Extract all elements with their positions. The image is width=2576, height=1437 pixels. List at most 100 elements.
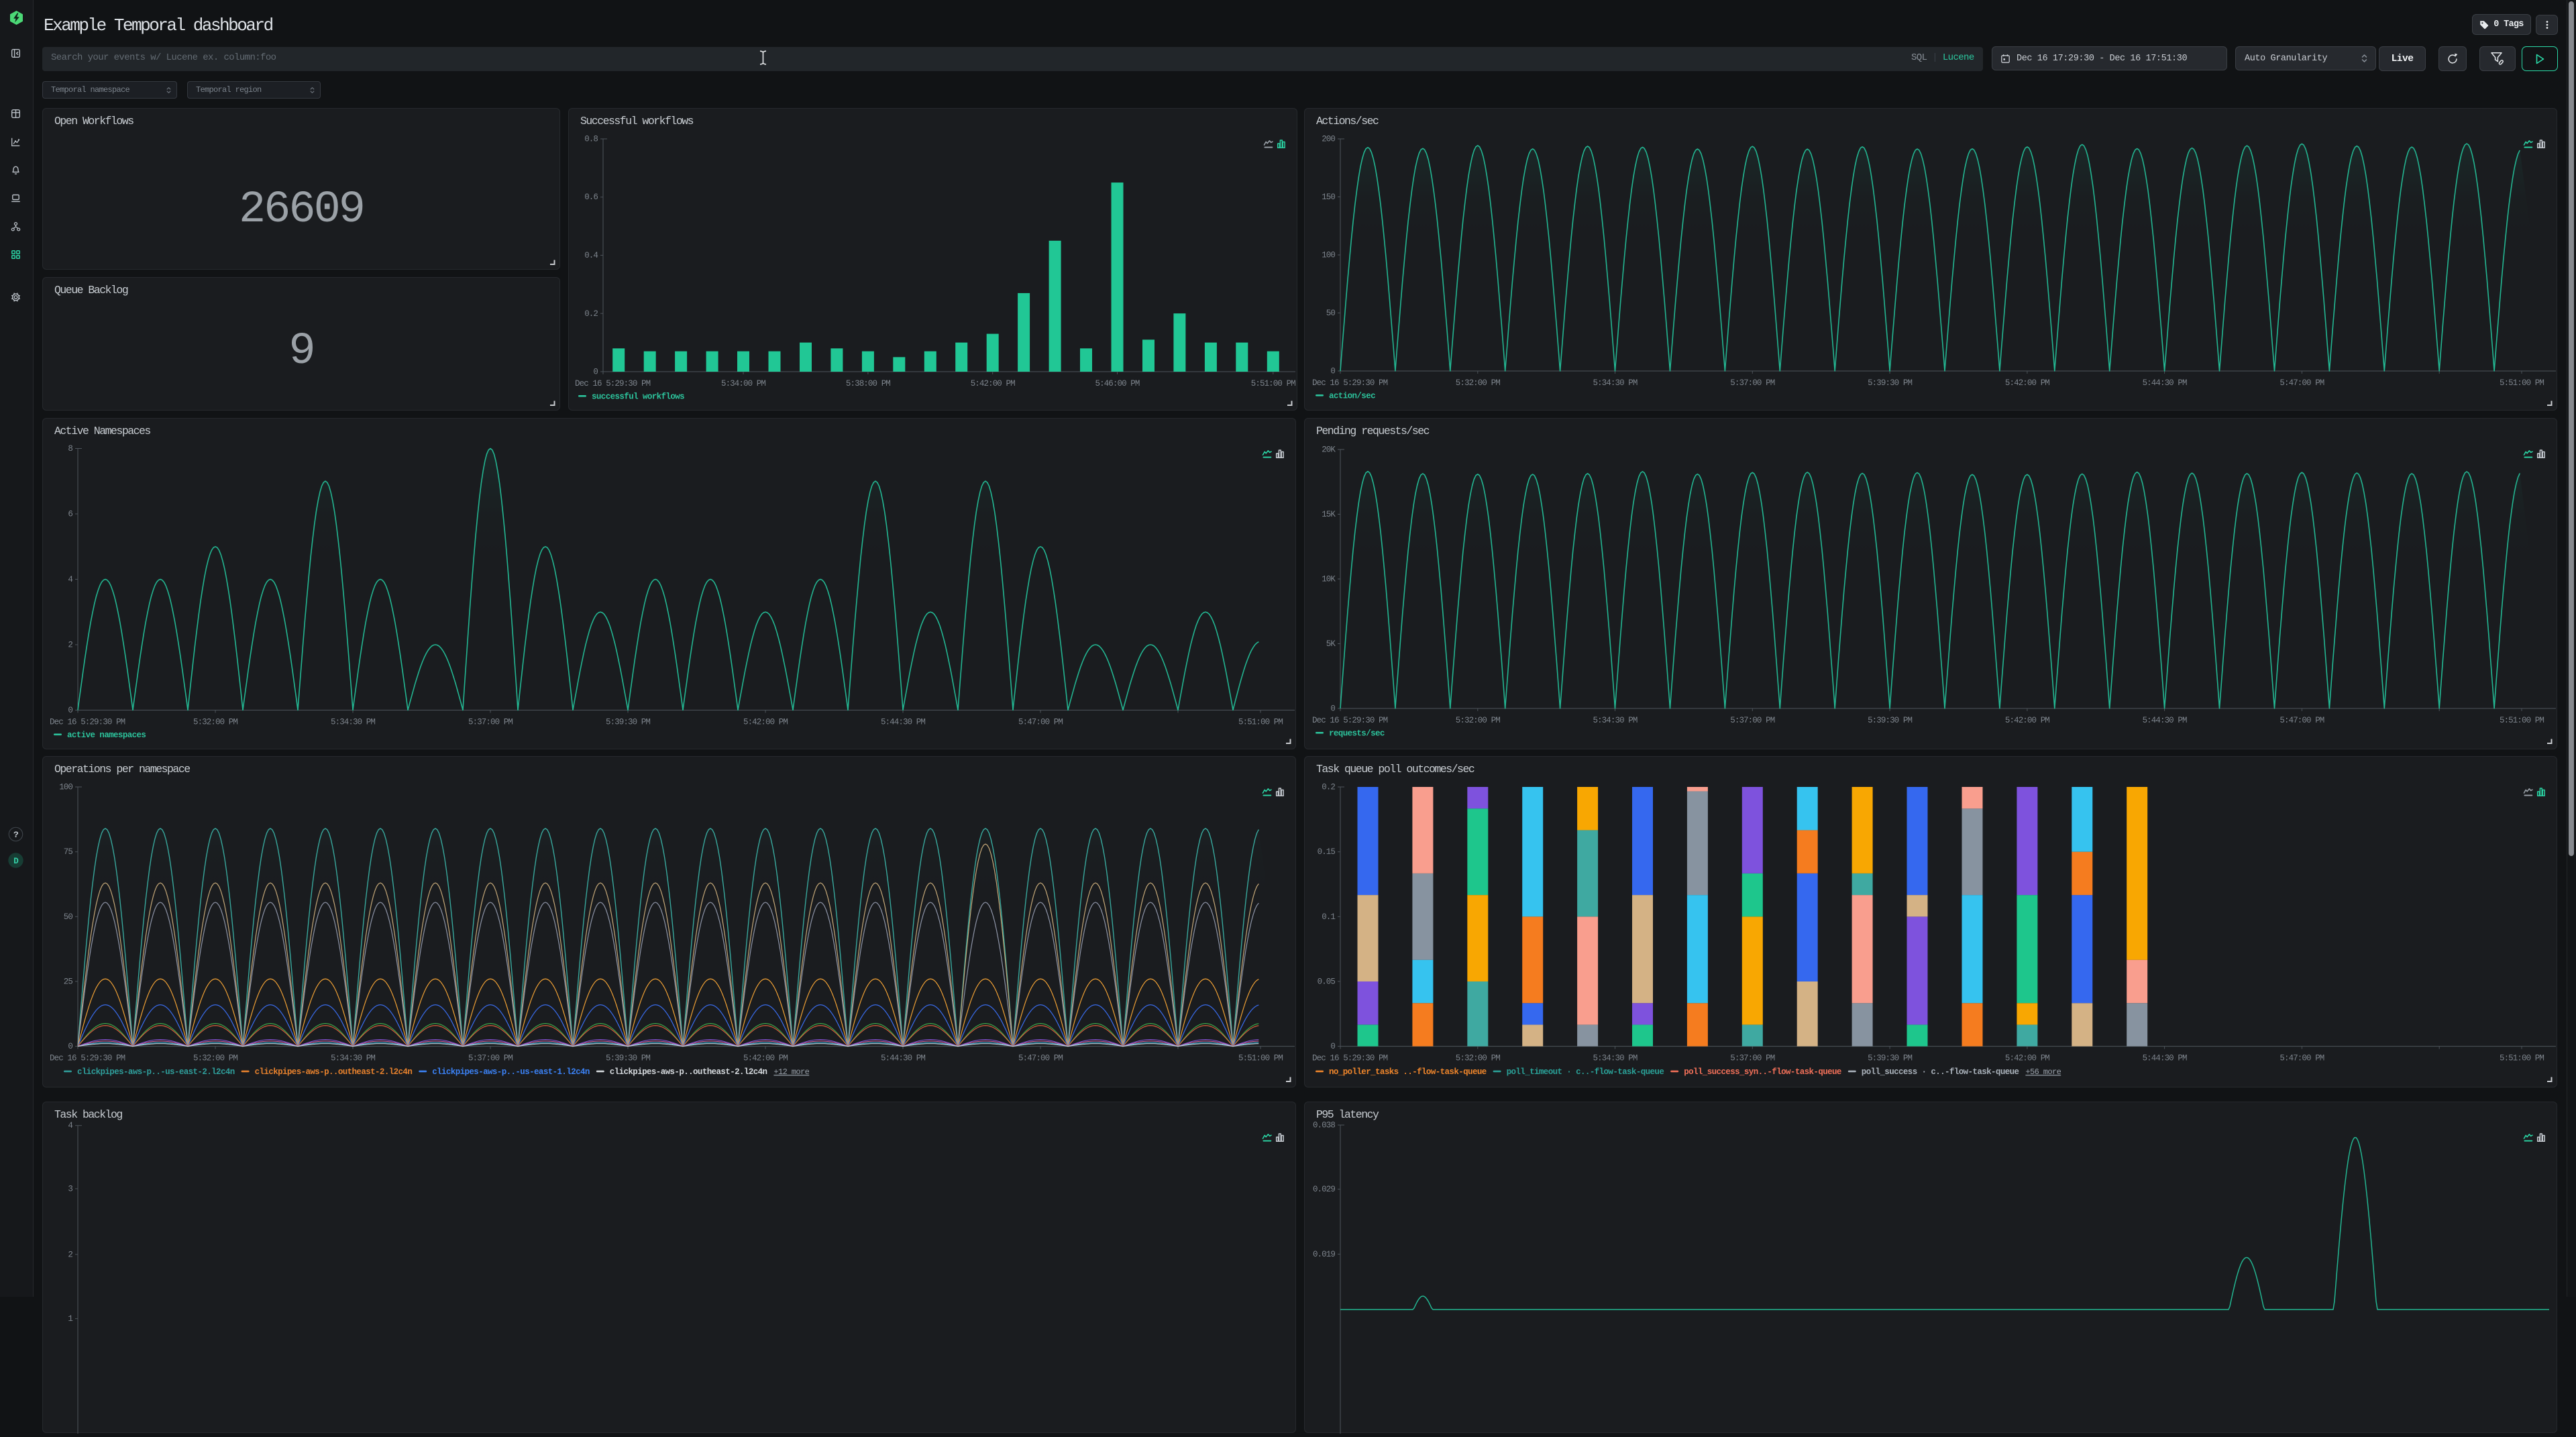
- svg-text:Dec 16 5:29:30 PM: Dec 16 5:29:30 PM: [50, 718, 125, 727]
- svg-text:5:42:00 PM: 5:42:00 PM: [971, 379, 1015, 388]
- svg-text:0.019: 0.019: [1313, 1250, 1335, 1259]
- svg-text:0: 0: [68, 706, 72, 715]
- svg-text:clickpipes-aws-p..-us-east-2.l: clickpipes-aws-p..-us-east-2.l2c4n: [77, 1067, 235, 1077]
- svg-text:5:38:00 PM: 5:38:00 PM: [846, 379, 890, 388]
- svg-text:5:47:00 PM: 5:47:00 PM: [2279, 1054, 2324, 1063]
- svg-text:0: 0: [1330, 1042, 1335, 1051]
- svg-text:poll_success_syn..-flow-task-q: poll_success_syn..-flow-task-queue: [1684, 1067, 1841, 1077]
- svg-text:10K: 10K: [1322, 575, 1336, 584]
- svg-text:active namespaces: active namespaces: [67, 731, 146, 740]
- svg-text:5:34:30 PM: 5:34:30 PM: [331, 1054, 375, 1063]
- svg-text:0: 0: [1330, 367, 1335, 376]
- svg-text:5:51:00 PM: 5:51:00 PM: [2500, 1054, 2544, 1063]
- svg-text:clickpipes-aws-p..outheast-2.l: clickpipes-aws-p..outheast-2.l2c4n: [255, 1067, 413, 1077]
- svg-text:clickpipes-aws-p..-us-east-1.l: clickpipes-aws-p..-us-east-1.l2c4n: [432, 1067, 590, 1077]
- svg-text:0.05: 0.05: [1318, 977, 1336, 986]
- svg-text:5:42:00 PM: 5:42:00 PM: [743, 718, 788, 727]
- svg-text:Dec 16 5:29:30 PM: Dec 16 5:29:30 PM: [1312, 1054, 1388, 1063]
- svg-text:5:39:30 PM: 5:39:30 PM: [606, 718, 650, 727]
- svg-text:5:37:00 PM: 5:37:00 PM: [468, 718, 513, 727]
- svg-text:3: 3: [68, 1184, 72, 1193]
- svg-text:5:32:00 PM: 5:32:00 PM: [1456, 716, 1500, 725]
- svg-text:5:37:00 PM: 5:37:00 PM: [1730, 716, 1774, 725]
- svg-text:+12 more: +12 more: [773, 1067, 809, 1077]
- svg-text:5:32:00 PM: 5:32:00 PM: [193, 1054, 237, 1063]
- svg-text:100: 100: [59, 783, 72, 792]
- svg-text:5:39:30 PM: 5:39:30 PM: [606, 1054, 650, 1063]
- svg-text:150: 150: [1322, 193, 1335, 202]
- svg-text:5:42:00 PM: 5:42:00 PM: [2005, 378, 2049, 388]
- svg-text:5:34:30 PM: 5:34:30 PM: [1593, 1054, 1637, 1063]
- svg-text:50: 50: [64, 912, 73, 922]
- svg-text:5:47:00 PM: 5:47:00 PM: [1018, 718, 1063, 727]
- svg-text:Dec 16 5:29:30 PM: Dec 16 5:29:30 PM: [1312, 378, 1388, 388]
- svg-text:?: ?: [13, 830, 19, 840]
- svg-text:100: 100: [1322, 251, 1335, 260]
- svg-text:200: 200: [1322, 135, 1335, 144]
- svg-text:5:47:00 PM: 5:47:00 PM: [2279, 378, 2324, 388]
- svg-text:0.2: 0.2: [1322, 783, 1335, 792]
- svg-text:5:51:00 PM: 5:51:00 PM: [1238, 1054, 1283, 1063]
- svg-text:+56 more: +56 more: [2025, 1067, 2061, 1077]
- svg-text:5:34:00 PM: 5:34:00 PM: [721, 379, 765, 388]
- svg-text:2: 2: [68, 641, 72, 650]
- svg-text:5:32:00 PM: 5:32:00 PM: [1456, 378, 1500, 388]
- svg-text:50: 50: [1326, 309, 1336, 318]
- svg-text:0: 0: [1330, 704, 1335, 714]
- svg-text:0.6: 0.6: [584, 193, 598, 202]
- svg-text:5:44:30 PM: 5:44:30 PM: [881, 1054, 925, 1063]
- svg-text:5:44:30 PM: 5:44:30 PM: [881, 718, 925, 727]
- svg-text:15K: 15K: [1322, 510, 1336, 519]
- svg-text:5:32:00 PM: 5:32:00 PM: [193, 718, 237, 727]
- svg-text:8: 8: [68, 444, 72, 454]
- svg-text:1: 1: [68, 1314, 72, 1324]
- svg-text:5:34:30 PM: 5:34:30 PM: [1593, 716, 1637, 725]
- svg-text:5:51:00 PM: 5:51:00 PM: [2500, 378, 2544, 388]
- svg-text:5:47:00 PM: 5:47:00 PM: [1018, 1054, 1063, 1063]
- svg-text:poll_timeout · c..-flow-task-q: poll_timeout · c..-flow-task-queue: [1507, 1067, 1664, 1077]
- svg-text:5:51:00 PM: 5:51:00 PM: [1238, 718, 1283, 727]
- svg-text:action/sec: action/sec: [1329, 392, 1375, 401]
- svg-text:75: 75: [64, 847, 73, 857]
- svg-text:0.15: 0.15: [1318, 847, 1336, 857]
- svg-text:poll_success · c..-flow-task-q: poll_success · c..-flow-task-queue: [1862, 1067, 2019, 1077]
- svg-text:6: 6: [68, 510, 72, 519]
- svg-text:requests/sec: requests/sec: [1329, 729, 1385, 739]
- svg-text:5:34:30 PM: 5:34:30 PM: [1593, 378, 1637, 388]
- svg-text:0: 0: [593, 368, 598, 377]
- svg-text:5:47:00 PM: 5:47:00 PM: [2279, 716, 2324, 725]
- svg-text:5:34:30 PM: 5:34:30 PM: [331, 718, 375, 727]
- svg-text:5:44:30 PM: 5:44:30 PM: [2143, 1054, 2187, 1063]
- svg-text:no_poller_tasks ..-flow-task-q: no_poller_tasks ..-flow-task-queue: [1329, 1067, 1487, 1077]
- svg-text:5:44:30 PM: 5:44:30 PM: [2143, 716, 2187, 725]
- svg-text:5:37:00 PM: 5:37:00 PM: [1730, 378, 1774, 388]
- svg-text:0.029: 0.029: [1313, 1185, 1335, 1194]
- svg-text:2: 2: [68, 1250, 72, 1259]
- svg-text:5:32:00 PM: 5:32:00 PM: [1456, 1054, 1500, 1063]
- svg-text:successful workflows: successful workflows: [592, 392, 684, 402]
- svg-text:5:44:30 PM: 5:44:30 PM: [2143, 378, 2187, 388]
- svg-text:clickpipes-aws-p..outheast-2.l: clickpipes-aws-p..outheast-2.l2c4n: [610, 1067, 767, 1077]
- svg-text:5:39:30 PM: 5:39:30 PM: [1868, 716, 1912, 725]
- svg-text:5:42:00 PM: 5:42:00 PM: [2005, 1054, 2049, 1063]
- svg-text:0.038: 0.038: [1313, 1121, 1335, 1130]
- svg-text:5:39:30 PM: 5:39:30 PM: [1868, 378, 1912, 388]
- svg-text:5:46:00 PM: 5:46:00 PM: [1095, 379, 1139, 388]
- svg-text:5:51:00 PM: 5:51:00 PM: [1251, 379, 1295, 388]
- svg-text:5:42:00 PM: 5:42:00 PM: [2005, 716, 2049, 725]
- svg-text:5:51:00 PM: 5:51:00 PM: [2500, 716, 2544, 725]
- svg-text:5:42:00 PM: 5:42:00 PM: [743, 1054, 788, 1063]
- svg-text:4: 4: [68, 1121, 72, 1130]
- svg-text:20K: 20K: [1322, 445, 1336, 455]
- svg-text:Dec 16 5:29:30 PM: Dec 16 5:29:30 PM: [575, 379, 651, 388]
- svg-text:5:37:00 PM: 5:37:00 PM: [1730, 1054, 1774, 1063]
- svg-text:4: 4: [68, 575, 72, 584]
- svg-text:5:39:30 PM: 5:39:30 PM: [1868, 1054, 1912, 1063]
- svg-text:0.8: 0.8: [584, 135, 598, 144]
- svg-text:0.4: 0.4: [584, 251, 598, 260]
- svg-text:0: 0: [68, 1042, 72, 1051]
- svg-text:Dec 16 5:29:30 PM: Dec 16 5:29:30 PM: [50, 1054, 125, 1063]
- svg-text:Dec 16 5:29:30 PM: Dec 16 5:29:30 PM: [1312, 716, 1388, 725]
- svg-text:0.2: 0.2: [584, 309, 598, 319]
- svg-text:5K: 5K: [1326, 639, 1336, 649]
